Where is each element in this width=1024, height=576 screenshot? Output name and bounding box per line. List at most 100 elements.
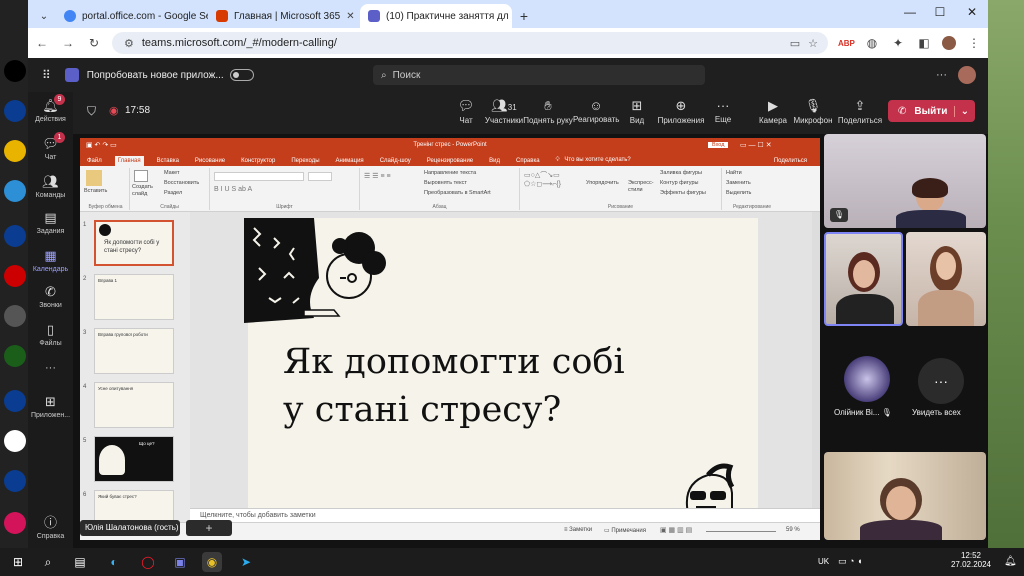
sidebar-item-label: Чат <box>44 154 57 161</box>
share-button[interactable]: ⇪ Поделиться <box>837 98 883 125</box>
opera-icon[interactable]: ◯ <box>138 552 158 572</box>
tool-label: Поделиться <box>837 116 883 125</box>
search-icon: ⌕ <box>381 69 387 81</box>
sidebar-item-chat[interactable]: 💬︎ 1 Чат <box>28 132 73 161</box>
extensions-puzzle-icon[interactable]: ✦ <box>890 36 906 50</box>
windows-start-icon[interactable]: ⊞ <box>8 552 28 572</box>
settings-more-button[interactable]: ··· <box>936 69 947 81</box>
sidebar-item-activity[interactable]: 🔔︎ 9 Действия <box>28 94 73 123</box>
notification-bell-icon[interactable]: 🔔︎ <box>1004 556 1017 567</box>
windows-taskbar: ⊞ ⌕ ▤ ◐ ◯ ▣ ◉ ➤ UK ▭ ◔ ◖ 12:52 27.02.2024… <box>0 548 1024 576</box>
participant-video[interactable] <box>824 452 986 540</box>
browser-tab-active[interactable]: (10) Практичне заняття дл ◉ ✕ <box>360 4 512 28</box>
tool-label: Камера <box>759 116 787 125</box>
new-tab-button[interactable]: + <box>512 4 536 28</box>
slide-thumbnail: Як допомогти собі у стані стресу? <box>94 220 174 266</box>
camera-permission-icon[interactable]: ▭ <box>790 37 800 50</box>
user-avatar[interactable] <box>958 66 976 84</box>
browser-tab[interactable]: portal.office.com - Google Sear ✕ <box>56 4 208 28</box>
sidebar-item-label: Приложен... <box>30 412 71 419</box>
sign-in-button: Вход <box>708 142 729 148</box>
app-icon <box>4 225 26 247</box>
participant-video[interactable]: 🎙︎ <box>824 134 986 228</box>
app-icon <box>4 305 26 327</box>
sidebar-item-calendar[interactable]: ▦ Календарь <box>28 248 73 273</box>
sidebar-item-label: Файлы <box>39 340 62 347</box>
window-controls-icon: ▭ — ☐ ✕ <box>740 142 772 149</box>
add-reaction-button[interactable]: + <box>186 520 232 536</box>
group-label: Абзац <box>432 204 447 210</box>
sidebar-item-more[interactable]: ··· <box>28 362 73 374</box>
more-button[interactable]: ··· Еще <box>709 98 737 124</box>
minimize-icon[interactable]: — <box>898 5 922 19</box>
slide-scrollbar <box>812 212 820 508</box>
paste-label: Вставить <box>84 188 108 194</box>
tool-label: Чат <box>459 116 473 125</box>
participant-video[interactable] <box>906 232 986 326</box>
new-teams-toggle[interactable] <box>229 69 254 81</box>
adblock-icon[interactable]: ABP <box>838 39 855 48</box>
profile-avatar[interactable] <box>942 36 956 50</box>
telegram-icon[interactable]: ➤ <box>236 552 256 572</box>
ppt-tab: Справка <box>516 158 540 164</box>
chrome-icon[interactable]: ◉ <box>202 552 222 572</box>
search-input[interactable]: ⌕ Поиск <box>373 65 705 85</box>
language-indicator[interactable]: UK <box>818 557 829 566</box>
see-all-button[interactable]: ··· <box>918 358 964 404</box>
current-slide: Як допомогти собі у стані стресу? <box>244 218 758 508</box>
browser-tab[interactable]: Главная | Microsoft 365 ✕ <box>208 4 360 28</box>
replace-label: Заменить <box>726 180 751 186</box>
search-icon[interactable]: ⌕ <box>38 552 58 572</box>
teams-taskbar-icon[interactable]: ▣ <box>170 552 190 572</box>
participant-video-active[interactable] <box>824 232 903 326</box>
close-window-icon[interactable]: ✕ <box>960 5 984 19</box>
maximize-icon[interactable]: ☐ <box>928 5 952 19</box>
reload-icon[interactable]: ↻ <box>86 36 102 50</box>
sidebar-item-apps[interactable]: ⊞ Приложен... <box>28 394 73 419</box>
sidebar-item-files[interactable]: ▯ Файлы <box>28 322 73 347</box>
browser-window: ⌄ portal.office.com - Google Sear ✕ Глав… <box>28 0 988 58</box>
shapes-gallery-icon: ▭○△⌒↘▭ ⬠☆◻⟶⌐{} <box>524 172 561 189</box>
react-button[interactable]: ☺ Реагировать <box>573 98 619 124</box>
back-icon[interactable]: ← <box>34 36 50 50</box>
raise-hand-button[interactable]: ✋︎ Поднять руку <box>523 98 573 125</box>
close-icon[interactable]: ✕ <box>346 11 354 22</box>
leave-button[interactable]: ✆ Выйти ⌄ <box>888 100 975 122</box>
sidebar-item-calls[interactable]: ✆ Звонки <box>28 284 73 309</box>
camera-button[interactable]: ▶︎ Камера <box>757 98 789 125</box>
sidebar-item-teams[interactable]: 👥︎ Команды <box>28 174 73 199</box>
task-view-icon[interactable]: ▤ <box>70 552 90 572</box>
menu-icon[interactable]: ⋮ <box>966 36 982 50</box>
app-launcher-icon[interactable]: ⠿ <box>42 68 51 82</box>
edge-icon[interactable]: ◐ <box>104 552 124 572</box>
tab-title: portal.office.com - Google Sear <box>82 10 208 22</box>
url-bar[interactable]: ⚙ teams.microsoft.com/_#/modern-calling/… <box>112 32 828 54</box>
participants-button[interactable]: 👥︎31 Участники <box>483 98 525 125</box>
paste-icon <box>86 170 102 186</box>
extension-icon[interactable]: ◍ <box>864 36 880 50</box>
chevron-down-icon[interactable]: ⌄ <box>953 105 975 117</box>
side-panel-icon[interactable]: ◧ <box>916 36 932 50</box>
participant-body <box>860 520 942 540</box>
tool-label: Еще <box>714 115 732 124</box>
clock[interactable]: 12:52 27.02.2024 <box>946 551 996 569</box>
chat-button[interactable]: 💬︎ Чат <box>451 98 481 125</box>
view-button[interactable]: ⊞ Вид <box>625 98 649 125</box>
sidebar-item-assignments[interactable]: ▤ Задания <box>28 210 73 235</box>
notes-icon: ≡ Заметки <box>564 527 593 533</box>
bookmark-star-icon[interactable]: ☆ <box>808 37 818 50</box>
tab-search-icon[interactable]: ⌄ <box>32 11 56 28</box>
hand-icon: ✋︎ <box>544 98 552 113</box>
sidebar-item-label: Задания <box>36 228 65 235</box>
microphone-button[interactable]: 🎙︎ Микрофон <box>793 98 833 125</box>
site-info-icon[interactable]: ⚙ <box>124 37 134 50</box>
sidebar-item-help[interactable]: ⓘ Справка <box>28 512 73 540</box>
bell-icon: 🔔︎ <box>42 98 59 113</box>
participant-avatar[interactable] <box>844 356 890 402</box>
teams-sidebar: 🔔︎ 9 Действия 💬︎ 1 Чат 👥︎ Команды ▤ Задания ▦ К… <box>28 92 73 548</box>
apps-icon: ⊞ <box>45 394 56 409</box>
apps-button[interactable]: ⊕ Приложения <box>655 98 707 125</box>
slide-number: 3 <box>83 330 87 336</box>
tray-icons[interactable]: ▭ ◔ ◖ <box>838 556 862 567</box>
forward-icon[interactable]: → <box>60 36 76 50</box>
